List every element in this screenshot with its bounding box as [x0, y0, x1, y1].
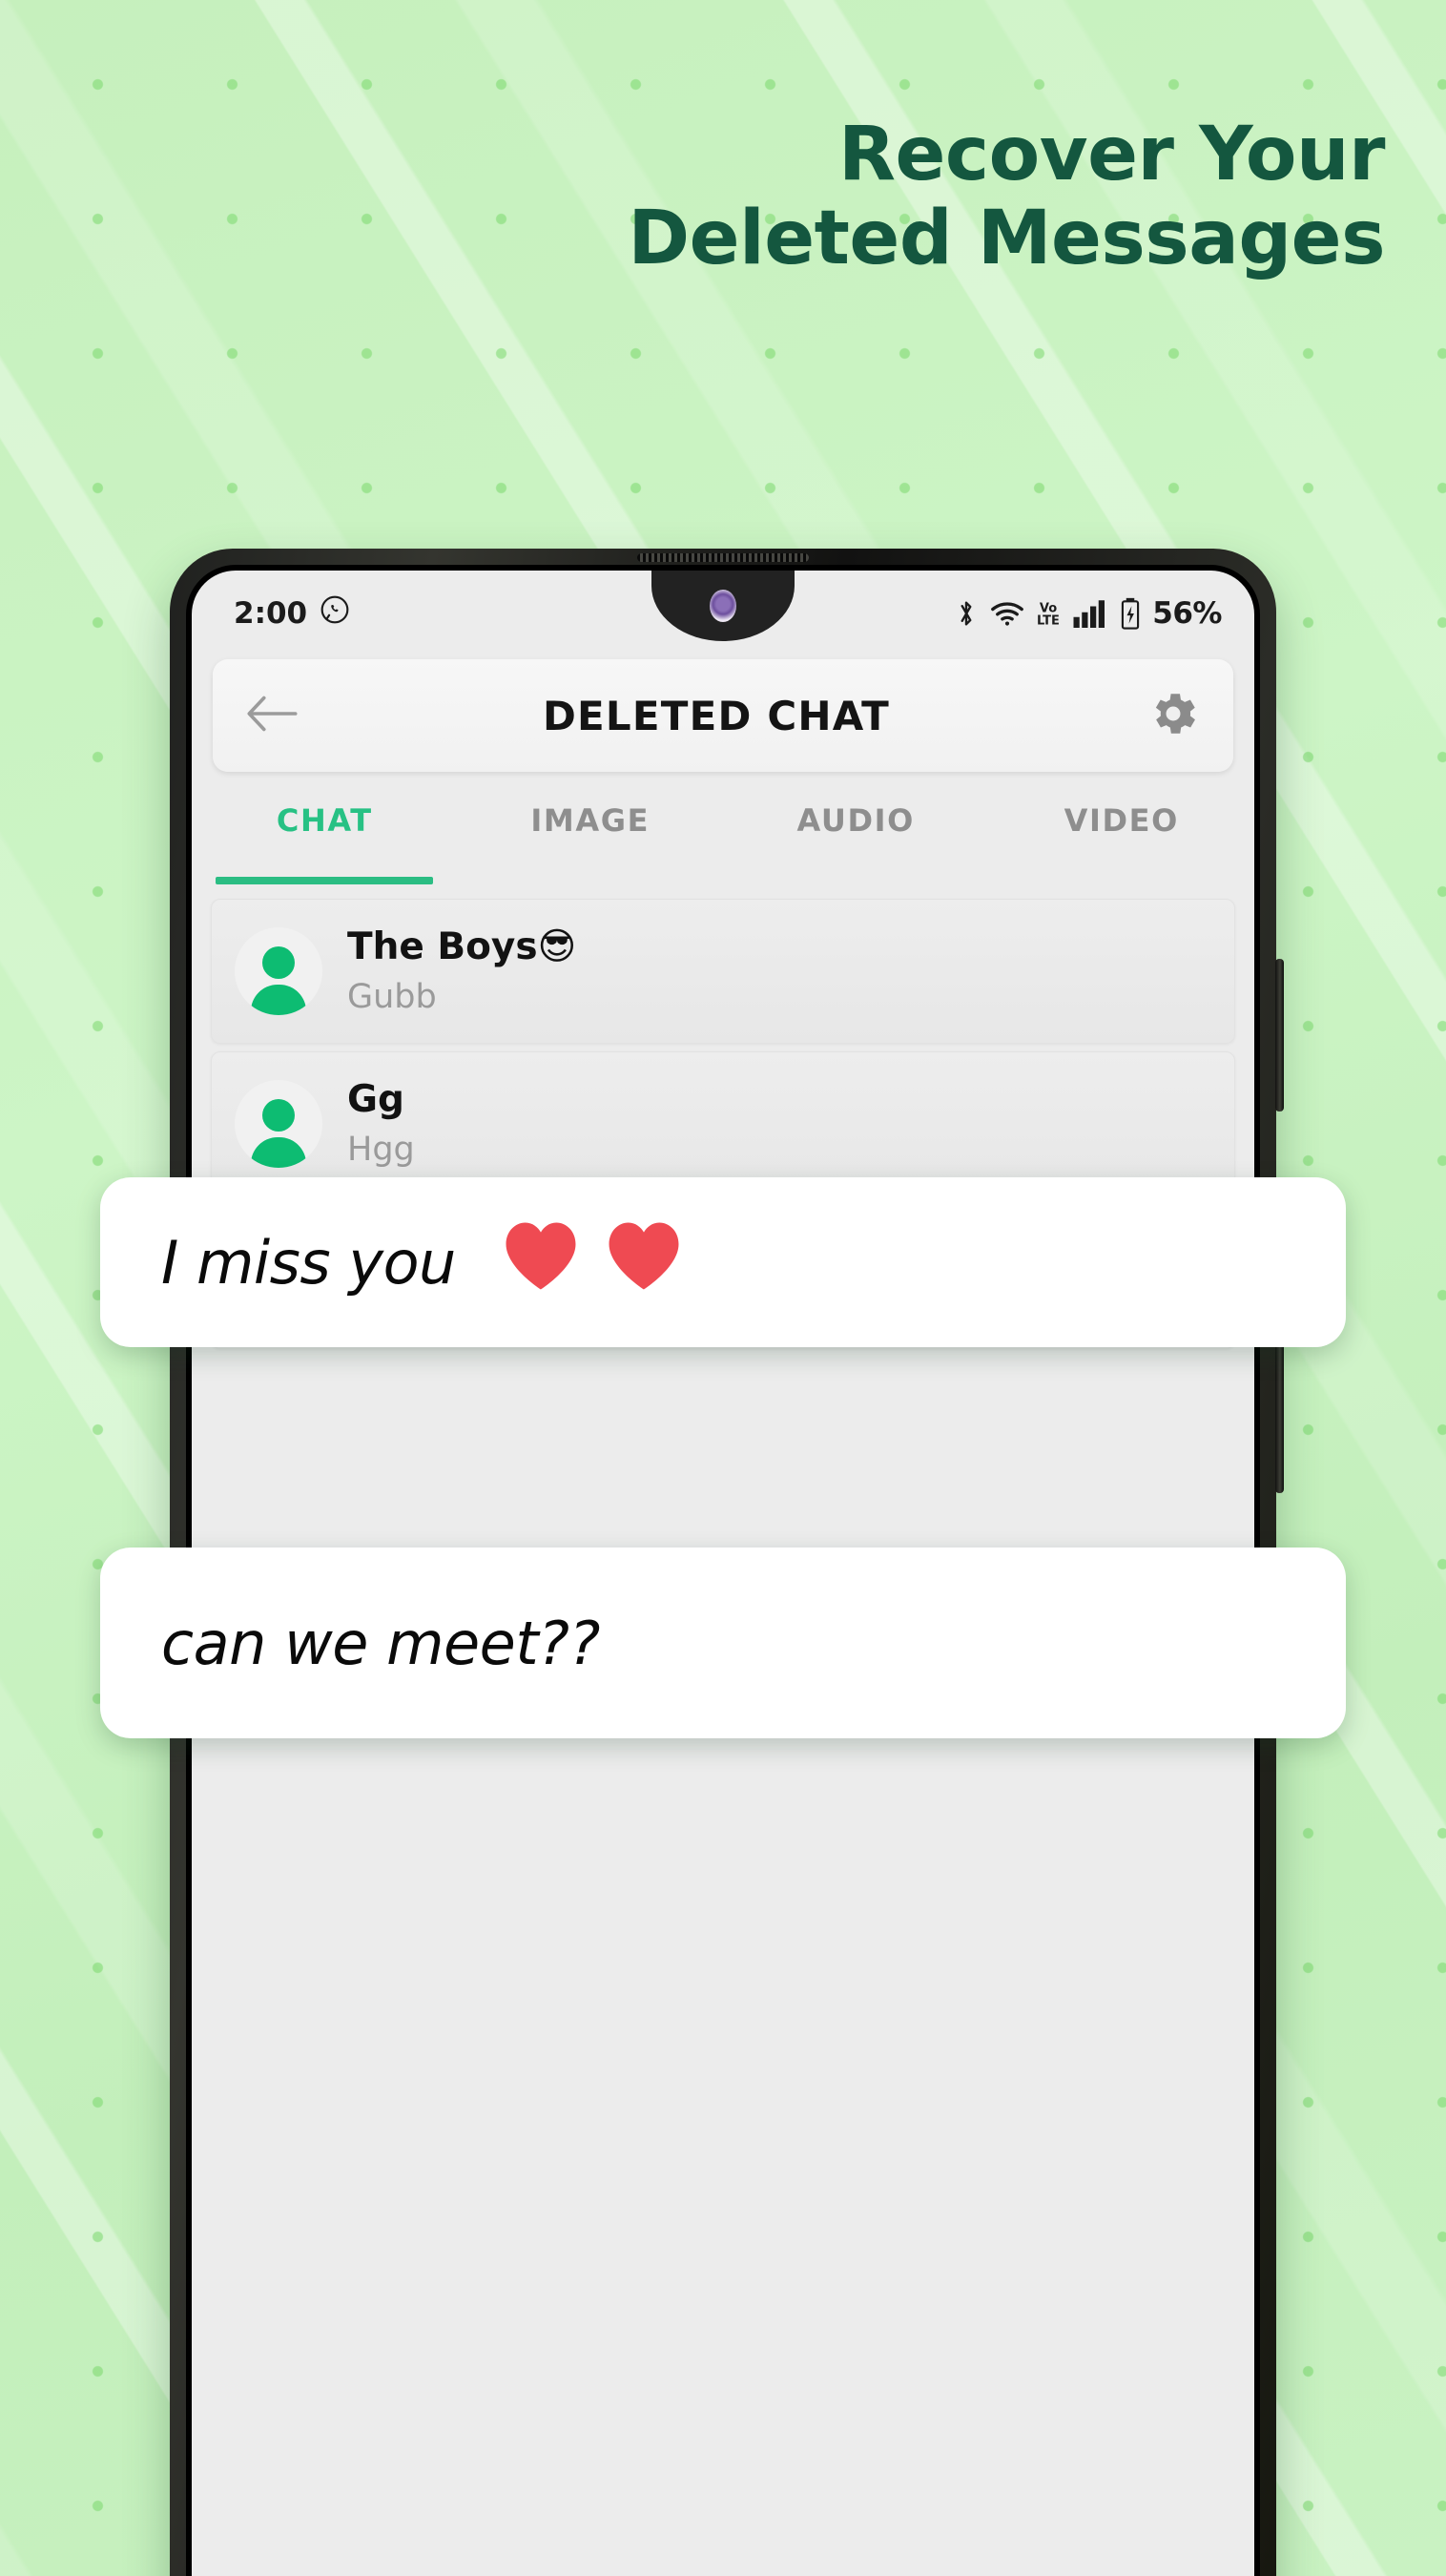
- chat-name: Gg: [347, 1078, 404, 1122]
- status-bar-right: Vo LTE 56%: [954, 596, 1222, 631]
- tab-video-label: VIDEO: [1064, 802, 1179, 839]
- list-item-texts: The Boys😎 Gubb: [347, 925, 576, 1017]
- recovered-message-card-2: can we meet??: [100, 1548, 1346, 1738]
- tab-chat-label: CHAT: [276, 802, 373, 839]
- recovered-message-card-1: I miss you: [100, 1177, 1346, 1347]
- tab-image-label: IMAGE: [530, 802, 651, 839]
- message-text: can we meet??: [161, 1608, 600, 1678]
- tab-chat[interactable]: CHAT: [192, 785, 458, 884]
- status-bar-left: 2:00: [234, 594, 350, 633]
- list-item-texts: Gg Hgg: [347, 1078, 415, 1170]
- wifi-icon: [990, 599, 1024, 628]
- recovered-message-text-2: can we meet??: [161, 1609, 600, 1678]
- tab-bar[interactable]: CHAT IMAGE AUDIO VIDEO: [192, 785, 1255, 884]
- tab-audio-label: AUDIO: [796, 802, 915, 839]
- promo-headline: Recover Your Deleted Messages: [0, 113, 1385, 280]
- tab-audio[interactable]: AUDIO: [723, 785, 989, 881]
- tab-video[interactable]: VIDEO: [989, 785, 1255, 881]
- tab-image[interactable]: IMAGE: [458, 785, 724, 881]
- avatar: [235, 1080, 322, 1168]
- status-time: 2:00: [234, 596, 308, 631]
- gear-icon[interactable]: [1146, 686, 1201, 746]
- table-row[interactable]: The Boys😎 Gubb: [211, 899, 1235, 1044]
- page-title: DELETED CHAT: [542, 692, 891, 739]
- message-text: I miss you: [161, 1227, 456, 1298]
- heart-icon: [605, 1219, 683, 1306]
- heart-emoji-group: [502, 1219, 683, 1306]
- recovered-message-text-1: I miss you: [161, 1219, 683, 1306]
- power-button[interactable]: [1275, 959, 1284, 1111]
- volte-icon: Vo LTE: [1036, 598, 1061, 629]
- chat-subtitle: Gubb: [347, 977, 437, 1016]
- bluetooth-icon: [954, 597, 979, 630]
- battery-percent: 56%: [1152, 596, 1222, 631]
- heart-icon: [502, 1219, 580, 1306]
- chat-name: The Boys😎: [347, 925, 577, 969]
- headline-line-2: Deleted Messages: [628, 196, 1385, 282]
- headline-line-1: Recover Your: [837, 112, 1386, 197]
- avatar: [235, 927, 322, 1015]
- table-row[interactable]: Gg Hgg: [211, 1051, 1235, 1196]
- signal-bars-icon: [1072, 599, 1108, 628]
- app-bar: DELETED CHAT: [213, 659, 1233, 772]
- battery-charging-icon: [1120, 597, 1141, 630]
- whatsapp-icon: [320, 594, 350, 633]
- chat-subtitle: Hgg: [347, 1130, 415, 1169]
- promo-screenshot: Recover Your Deleted Messages 2:00 Vo LT…: [0, 0, 1446, 2576]
- svg-text:LTE: LTE: [1037, 614, 1060, 629]
